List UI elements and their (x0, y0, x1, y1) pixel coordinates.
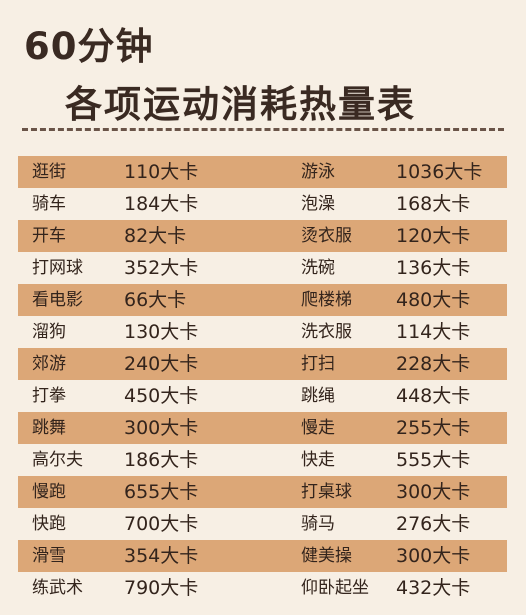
right-calories: 255大卡 (396, 417, 471, 439)
left-calories: 130大卡 (124, 321, 199, 343)
right-activity: 洗碗 (301, 258, 335, 278)
left-calories: 184大卡 (124, 193, 199, 215)
right-activity: 仰卧起坐 (301, 578, 369, 598)
left-calories: 655大卡 (124, 481, 199, 503)
right-calories: 228大卡 (396, 353, 471, 375)
right-calories: 120大卡 (396, 225, 471, 247)
left-calories: 240大卡 (124, 353, 199, 375)
right-activity: 快走 (301, 450, 335, 470)
table-row: 逛街 110大卡 游泳 1036大卡 (18, 156, 507, 188)
left-activity: 打拳 (32, 386, 66, 406)
right-calories: 300大卡 (396, 545, 471, 567)
table-row: 溜狗 130大卡 洗衣服 114大卡 (18, 316, 507, 348)
left-activity: 练武术 (32, 578, 83, 598)
table-row: 高尔夫 186大卡 快走 555大卡 (18, 444, 507, 476)
table-row: 滑雪 354大卡 健美操 300大卡 (18, 540, 507, 572)
right-calories: 432大卡 (396, 577, 471, 599)
left-calories: 450大卡 (124, 385, 199, 407)
header: 60分钟 各项运动消耗热量表 (0, 0, 526, 150)
left-activity: 高尔夫 (32, 450, 83, 470)
right-activity: 打扫 (301, 354, 335, 374)
table-row: 慢跑 655大卡 打桌球 300大卡 (18, 476, 507, 508)
left-calories: 354大卡 (124, 545, 199, 567)
left-activity: 跳舞 (32, 418, 66, 438)
table-row: 打网球 352大卡 洗碗 136大卡 (18, 252, 507, 284)
table-row: 练武术 790大卡 仰卧起坐 432大卡 (18, 572, 507, 604)
right-calories: 136大卡 (396, 257, 471, 279)
left-activity: 骑车 (32, 194, 66, 214)
right-calories: 276大卡 (396, 513, 471, 535)
left-calories: 352大卡 (124, 257, 199, 279)
right-activity: 烫衣服 (301, 226, 352, 246)
table-row: 骑车 184大卡 泡澡 168大卡 (18, 188, 507, 220)
left-calories: 82大卡 (124, 225, 187, 247)
right-activity: 泡澡 (301, 194, 335, 214)
right-calories: 448大卡 (396, 385, 471, 407)
left-calories: 700大卡 (124, 513, 199, 535)
right-calories: 300大卡 (396, 481, 471, 503)
right-calories: 168大卡 (396, 193, 471, 215)
right-calories: 480大卡 (396, 289, 471, 311)
left-activity: 快跑 (32, 514, 66, 534)
right-calories: 1036大卡 (396, 161, 483, 183)
title-line2: 各项运动消耗热量表 (65, 83, 416, 126)
right-activity: 爬楼梯 (301, 290, 352, 310)
left-activity: 看电影 (32, 290, 83, 310)
left-activity: 逛街 (32, 162, 66, 182)
left-activity: 溜狗 (32, 322, 66, 342)
right-activity: 洗衣服 (301, 322, 352, 342)
table-row: 快跑 700大卡 骑马 276大卡 (18, 508, 507, 540)
left-calories: 186大卡 (124, 449, 199, 471)
right-activity: 跳绳 (301, 386, 335, 406)
table-row: 开车 82大卡 烫衣服 120大卡 (18, 220, 507, 252)
left-activity: 开车 (32, 226, 66, 246)
right-calories: 114大卡 (396, 321, 471, 343)
right-activity: 游泳 (301, 162, 335, 182)
left-activity: 滑雪 (32, 546, 66, 566)
left-activity: 打网球 (32, 258, 83, 278)
left-activity: 郊游 (32, 354, 66, 374)
left-calories: 790大卡 (124, 577, 199, 599)
dashed-divider (22, 128, 504, 131)
table-row: 跳舞 300大卡 慢走 255大卡 (18, 412, 507, 444)
right-activity: 健美操 (301, 546, 352, 566)
table-row: 郊游 240大卡 打扫 228大卡 (18, 348, 507, 380)
table-row: 看电影 66大卡 爬楼梯 480大卡 (18, 284, 507, 316)
right-activity: 骑马 (301, 514, 335, 534)
right-calories: 555大卡 (396, 449, 471, 471)
table-row: 打拳 450大卡 跳绳 448大卡 (18, 380, 507, 412)
left-calories: 110大卡 (124, 161, 199, 183)
left-calories: 300大卡 (124, 417, 199, 439)
right-activity: 打桌球 (301, 482, 352, 502)
left-calories: 66大卡 (124, 289, 187, 311)
title-line1: 60分钟 (24, 25, 154, 68)
right-activity: 慢走 (301, 418, 335, 438)
left-activity: 慢跑 (32, 482, 66, 502)
calorie-table: 逛街 110大卡 游泳 1036大卡 骑车 184大卡 泡澡 168大卡 开车 … (18, 156, 507, 604)
